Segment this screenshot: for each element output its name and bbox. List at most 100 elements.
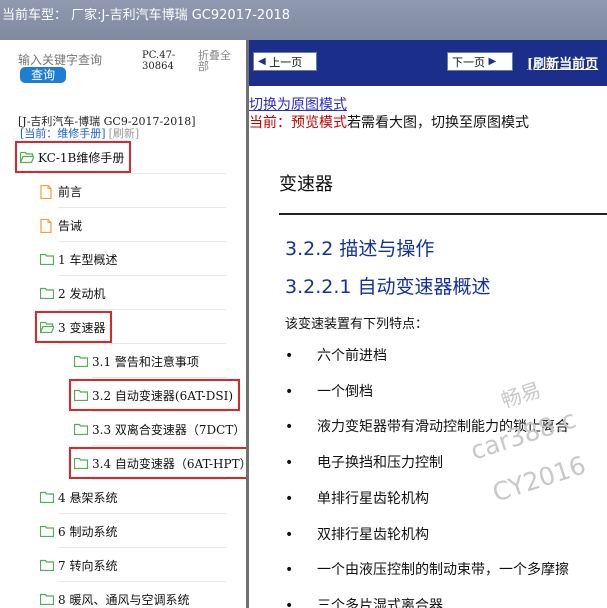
sidebar: 查询 PC.47-30864 折叠全部 [J-吉利汽车-博瑞 GC9-2017-…: [0, 40, 246, 608]
tree-item-label: 4 悬架系统: [58, 490, 118, 505]
feature-item: • 单排行星齿轮机构: [285, 488, 429, 508]
folder-icon: [39, 287, 55, 300]
arrow-right-icon: ▶: [488, 56, 497, 67]
highlight-box: [35, 311, 112, 343]
tree-item[interactable]: 4 悬架系统: [39, 486, 118, 508]
tree-separator: [58, 513, 226, 514]
document-icon: [40, 218, 54, 234]
window-title-bar: 当前车型： 厂家:J-吉利汽车博瑞 GC92017-2018: [0, 0, 607, 40]
search-input[interactable]: [18, 52, 136, 68]
folder-icon: [39, 559, 55, 572]
collapse-all-button[interactable]: 折叠全部: [198, 50, 240, 72]
tree-separator: [58, 581, 226, 582]
tree-separator: [58, 343, 226, 344]
tree-item[interactable]: 7 转向系统: [39, 554, 118, 576]
search-button[interactable]: 查询: [20, 67, 66, 83]
tree-item-label: 6 制动系统: [58, 524, 118, 539]
tree-separator: [58, 275, 226, 276]
tree-item-label: 前言: [58, 184, 83, 199]
tree-separator: [92, 445, 226, 446]
feature-text: 一个由液压控制的制动束带，一个多摩擦: [317, 562, 569, 579]
folder-icon: [39, 525, 55, 538]
feature-text: 单排行星齿轮机构: [317, 490, 429, 507]
bullet-icon: •: [285, 383, 294, 400]
preview-mode-notice: 当前：预览模式若需看大图，切换至原图模式: [249, 112, 529, 132]
preview-mode-hint: 若需看大图，切换至原图模式: [347, 115, 529, 131]
bullet-icon: •: [285, 348, 294, 364]
tree-item-label: 1 车型概述: [58, 252, 118, 267]
tree-separator: [58, 241, 226, 242]
bullet-icon: •: [285, 526, 294, 543]
section-title: 变速器: [279, 174, 333, 195]
page-nav-bar: ◀ 上一页 下一页 ▶ [刷新当前页: [249, 40, 607, 86]
feature-item: • 电子换挡和压力控制: [285, 452, 443, 472]
tree-item-label: 7 转向系统: [58, 558, 118, 573]
bullet-icon: •: [285, 490, 294, 507]
pc-code: PC.47-30864: [142, 50, 176, 72]
tree-separator: [58, 309, 226, 310]
heading-transmission-overview: 3.2.2.1 自动变速器概述: [285, 276, 491, 298]
tree-item-label: 2 发动机: [58, 286, 106, 301]
next-page-button[interactable]: 下一页 ▶: [447, 52, 513, 71]
intro-text: 该变速装置有下列特点：: [285, 317, 429, 332]
prev-page-label: 上一页: [269, 55, 303, 69]
next-page-label: 下一页: [452, 55, 485, 69]
current-vehicle-label: 当前车型：: [2, 8, 68, 23]
document-icon: [40, 184, 54, 200]
tree-item[interactable]: 3.1 警告和注意事项: [73, 350, 199, 372]
watermark-line-1: 畅易: [498, 377, 544, 413]
tree-item[interactable]: 8 暖风、通风与空调系统: [39, 588, 190, 608]
feature-text: 电子换挡和压力控制: [317, 455, 443, 472]
tree-item[interactable]: 前言: [40, 180, 82, 202]
tree-separator: [58, 547, 226, 548]
tree-separator: [92, 377, 226, 378]
heading-description-operation: 3.2.2 描述与操作: [285, 238, 435, 260]
folder-icon: [73, 355, 89, 368]
current-vehicle-value: 厂家:J-吉利汽车博瑞 GC92017-2018: [71, 8, 291, 23]
feature-text: 六个前进档: [317, 348, 387, 364]
feature-text: 三个多片湿式离合器: [317, 597, 443, 608]
prev-page-button[interactable]: ◀ 上一页: [253, 52, 317, 71]
tree-separator: [58, 207, 226, 208]
tree-item[interactable]: 告诫: [40, 214, 82, 236]
feature-item: • 一个倒档: [285, 381, 373, 401]
folder-icon: [39, 253, 55, 266]
feature-item: • 六个前进档: [285, 345, 387, 365]
refresh-page-link[interactable]: [刷新当前页: [527, 53, 598, 72]
tree-item[interactable]: 6 制动系统: [39, 520, 118, 542]
current-mode-label: [当前：维修手册]: [20, 127, 106, 140]
tree-item[interactable]: 3.3 双离合变速器（7DCT）: [73, 418, 246, 440]
bullet-icon: •: [285, 455, 294, 472]
tree-item-label: 3.1 警告和注意事项: [92, 354, 199, 369]
tree-item-label: 告诫: [58, 218, 83, 233]
feature-item: • 三个多片湿式离合器: [285, 595, 443, 608]
tree-item[interactable]: 2 发动机: [39, 282, 106, 304]
watermark-line-3: CY2016: [489, 450, 590, 508]
tree-separator: [92, 411, 226, 412]
feature-item: • 双排行星齿轮机构: [285, 524, 429, 544]
preview-mode-label: 当前：预览模式: [249, 115, 347, 131]
tree-separator: [92, 479, 226, 480]
section-rule: [279, 213, 607, 215]
folder-icon: [39, 593, 55, 606]
tree-separator: [38, 173, 226, 174]
bullet-icon: •: [285, 419, 294, 436]
feature-item: • 一个由液压控制的制动束带，一个多摩擦: [285, 559, 569, 579]
tree-item-label: 3.3 双离合变速器（7DCT）: [92, 422, 246, 437]
switch-original-mode-link[interactable]: 切换为原图模式: [249, 94, 347, 114]
arrow-left-icon: ◀: [258, 56, 266, 67]
highlight-box: [15, 141, 131, 173]
tree-item-label: 8 暖风、通风与空调系统: [58, 592, 190, 607]
highlight-box: [69, 379, 240, 411]
feature-text: 一个倒档: [317, 383, 373, 400]
folder-icon: [73, 423, 89, 436]
bullet-icon: •: [285, 562, 294, 579]
feature-text: 双排行星齿轮机构: [317, 526, 429, 543]
bullet-icon: •: [285, 597, 294, 608]
tree-item[interactable]: 1 车型概述: [39, 248, 118, 270]
folder-icon: [39, 491, 55, 504]
content-pane: ◀ 上一页 下一页 ▶ [刷新当前页 切换为原图模式 当前：预览模式若需看大图，…: [249, 40, 607, 608]
refresh-tree-link[interactable]: [刷新]: [109, 127, 140, 140]
current-mode: [当前：维修手册] [刷新]: [20, 125, 139, 141]
highlight-box: [69, 447, 246, 479]
